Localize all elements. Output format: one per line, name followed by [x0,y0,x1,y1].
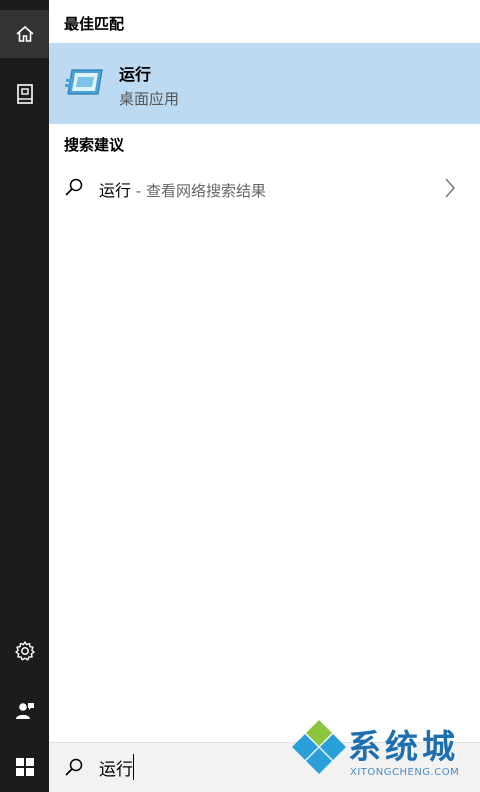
suggestion-term: 运行 [99,181,132,200]
text-caret [133,754,134,780]
best-match-heading: 最佳匹配 [64,15,125,33]
search-icon [65,758,83,776]
notebook-icon [16,84,33,104]
user-feedback-icon [15,703,34,719]
start-button[interactable] [0,742,49,792]
watermark-title: 系统城 [348,727,459,766]
watermark-logo: 系统城 XITONGCHENG.COM [286,716,480,792]
feedback-button[interactable] [0,687,49,735]
search-results-panel: 最佳匹配 运行 桌面应用 搜索建议 运行 - 查看网络搜索结果 [49,0,480,742]
search-input[interactable] [99,753,299,781]
suggestions-heading: 搜索建议 [64,136,125,154]
gear-icon [14,641,35,661]
home-icon [15,25,34,42]
notebook-button[interactable] [0,70,49,118]
search-icon [65,178,83,196]
app-name: 运行 [119,65,152,84]
suggestion-item[interactable]: 运行 - 查看网络搜索结果 [49,163,480,211]
watermark-subtitle: XITONGCHENG.COM [350,767,460,778]
best-match-item[interactable]: 运行 桌面应用 [49,43,480,124]
windows-logo-icon [15,758,34,776]
run-app-icon [65,69,103,95]
watermark-diamond-icon [292,720,346,774]
left-rail [0,0,49,792]
chevron-right-icon[interactable] [443,177,457,199]
suggestion-subtext: - 查看网络搜索结果 [131,182,266,200]
app-type: 桌面应用 [119,90,180,108]
suggestion-text: 运行 - 查看网络搜索结果 [99,177,266,201]
home-button[interactable] [0,10,49,58]
settings-button[interactable] [0,627,49,675]
